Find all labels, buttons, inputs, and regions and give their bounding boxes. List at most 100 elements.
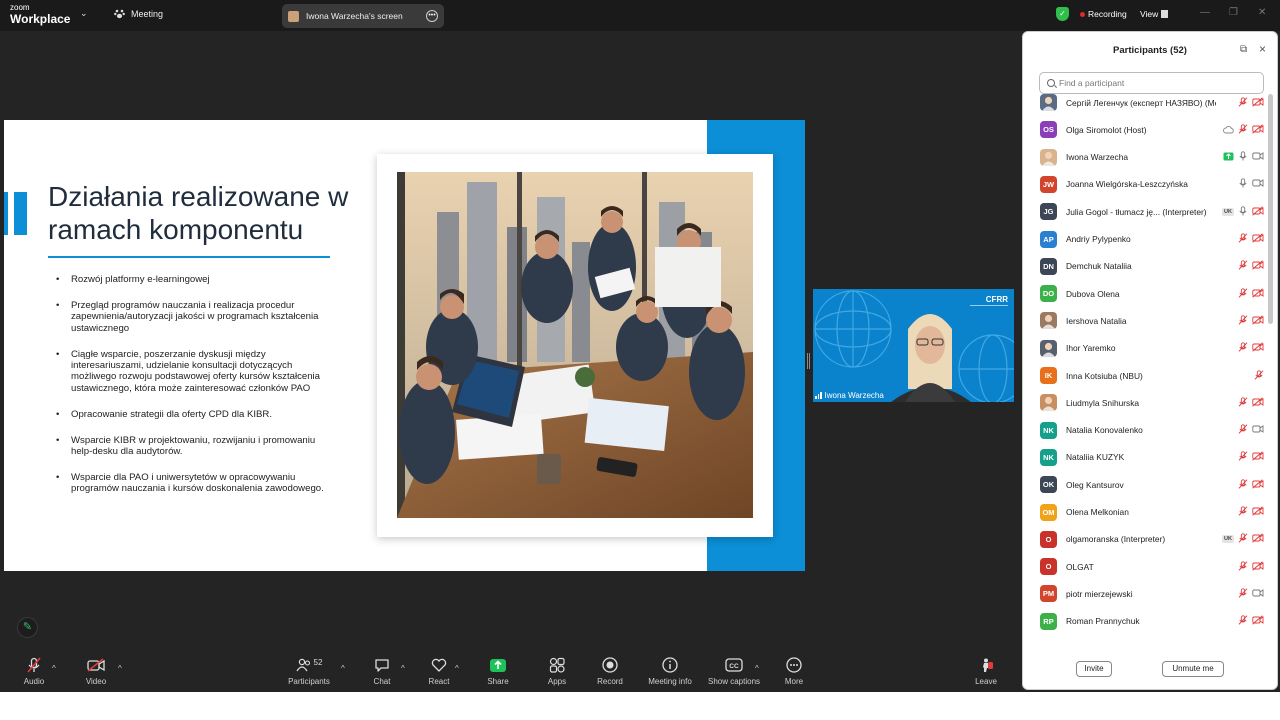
view-menu[interactable]: View — [1140, 9, 1169, 19]
participant-row[interactable]: RP Roman Prannychuk — [1023, 608, 1267, 635]
mic-muted-icon[interactable] — [1238, 121, 1248, 139]
participant-row[interactable]: Сергій Легенчук (експерт НАЗЯВО) (Me) — [1023, 94, 1267, 116]
mic-muted-icon[interactable] — [1238, 312, 1248, 330]
mic-muted-icon[interactable] — [1238, 421, 1248, 439]
mic-muted-icon[interactable] — [1238, 339, 1248, 357]
participant-row[interactable]: O OLGAT — [1023, 553, 1267, 580]
search-icon — [1047, 79, 1055, 87]
participant-video-tile[interactable]: CFRR Iwona Warzecha — [813, 289, 1014, 402]
mic-muted-icon[interactable] — [1238, 476, 1248, 494]
logo-top-text: zoom — [10, 3, 30, 12]
camera-icon — [1252, 148, 1264, 166]
participant-status-icons — [1238, 312, 1264, 330]
participants-button[interactable]: 52 Participants — [279, 655, 339, 687]
participant-name: Andriy Pylypenko — [1066, 234, 1131, 244]
audio-caret-icon[interactable]: ^ — [52, 664, 56, 673]
maximize-icon[interactable]: ❐ — [1229, 7, 1238, 18]
participant-row[interactable]: Ihor Yaremko — [1023, 335, 1267, 362]
participant-avatar: OK — [1040, 476, 1057, 494]
record-button[interactable]: Record — [580, 655, 640, 686]
invite-button[interactable]: Invite — [1076, 661, 1112, 677]
participant-row[interactable]: NK Nataliia KUZYK — [1023, 444, 1267, 471]
mic-muted-icon[interactable] — [1238, 285, 1248, 303]
participant-row[interactable]: JG Julia Gogol - tłumacz ję... (Interpret… — [1023, 198, 1267, 225]
annotate-pencil-icon[interactable]: ✎ — [17, 617, 38, 638]
apps-button[interactable]: Apps — [527, 655, 587, 686]
chevron-down-icon[interactable]: ⌄ — [80, 8, 88, 19]
participant-search[interactable] — [1039, 72, 1264, 94]
participant-status-icons: UK — [1222, 203, 1264, 221]
participant-row[interactable]: Iwona Warzecha — [1023, 144, 1267, 171]
leave-button[interactable]: Leave — [956, 655, 1016, 686]
participant-row[interactable]: NK Natalia Konovalenko — [1023, 417, 1267, 444]
chat-caret-icon[interactable]: ^ — [401, 664, 405, 673]
participants-label: Participants — [288, 677, 330, 686]
participant-avatar: OM — [1040, 503, 1057, 521]
participant-name: Liudmyla Snihurska — [1066, 397, 1140, 408]
video-participant-name: Iwona Warzecha — [824, 391, 884, 400]
participant-row[interactable]: JW Joanna Wielgórska-Leszczyńska — [1023, 171, 1267, 198]
zoom-logo[interactable]: zoom Workplace — [10, 3, 70, 26]
participant-row[interactable]: Liudmyla Snihurska — [1023, 389, 1267, 416]
mic-muted-icon[interactable] — [1238, 257, 1248, 275]
share-screen-tab[interactable]: Iwona Warzecha's screen ••• — [282, 4, 444, 28]
participant-avatar-photo — [1040, 94, 1057, 111]
close-window-icon[interactable]: ✕ — [1258, 7, 1266, 18]
camera-icon — [1252, 175, 1264, 193]
slide-bullet: Ciągłe wsparcie, poszerzanie dyskusji mi… — [56, 349, 326, 395]
meeting-menu[interactable]: Meeting — [114, 9, 163, 19]
participant-name: Julia Gogol - tłumacz ję... (Interpreter… — [1066, 206, 1207, 217]
participant-row[interactable]: DN Demchuk Nataliia — [1023, 253, 1267, 280]
more-button[interactable]: More — [764, 655, 824, 686]
scroll-thumb[interactable] — [1268, 94, 1273, 324]
mic-icon[interactable] — [1238, 148, 1248, 166]
video-label: Video — [85, 677, 107, 686]
record-label: Record — [597, 677, 623, 686]
mic-muted-icon[interactable] — [1238, 448, 1248, 466]
participant-row[interactable]: IK Inna Kotsiuba (NBU) — [1023, 362, 1267, 389]
minimize-icon[interactable]: — — [1200, 7, 1210, 18]
participant-row[interactable]: PM piotr mierzejewski — [1023, 580, 1267, 607]
participant-avatar: NK — [1040, 421, 1057, 439]
captions-caret-icon[interactable]: ^ — [755, 664, 759, 673]
search-input[interactable] — [1059, 78, 1259, 88]
participant-row[interactable]: DO Dubova Olena — [1023, 280, 1267, 307]
close-panel-icon[interactable]: × — [1259, 42, 1266, 56]
participant-row[interactable]: Iershova Natalia — [1023, 307, 1267, 334]
mic-muted-icon[interactable] — [1238, 394, 1248, 412]
participant-row[interactable]: Oolgamoranska (Interpreter) UK — [1023, 526, 1267, 553]
share-button[interactable]: Share — [468, 655, 528, 686]
security-shield-icon[interactable]: ✓ — [1056, 7, 1069, 21]
mic-icon[interactable] — [1238, 175, 1248, 193]
participant-row[interactable]: AP Andriy Pylypenko — [1023, 226, 1267, 253]
react-button[interactable]: React — [409, 655, 469, 686]
mic-muted-icon[interactable] — [1238, 230, 1248, 248]
react-caret-icon[interactable]: ^ — [455, 664, 459, 673]
participant-name: Inna Kotsiuba (NBU) — [1066, 370, 1143, 381]
captions-icon: CC — [725, 658, 743, 672]
mic-muted-icon[interactable] — [1238, 558, 1248, 576]
more-options-icon[interactable]: ••• — [426, 10, 438, 22]
logo-underline — [970, 305, 1008, 311]
mic-muted-icon[interactable] — [1238, 503, 1248, 521]
mic-muted-icon[interactable] — [1238, 94, 1248, 112]
unmute-me-button[interactable]: Unmute me — [1162, 661, 1224, 677]
mic-muted-icon[interactable] — [1238, 530, 1248, 548]
participant-avatar-photo — [1040, 339, 1057, 357]
participant-row[interactable]: OS Olga Siromolot (Host) — [1023, 116, 1267, 143]
participants-count: 52 — [313, 657, 323, 667]
video-caret-icon[interactable]: ^ — [118, 664, 122, 673]
participant-row[interactable]: OM Olena Melkonian — [1023, 499, 1267, 526]
video-button[interactable]: Video — [66, 655, 126, 686]
mic-muted-icon[interactable] — [1238, 612, 1248, 630]
panel-scrollbar[interactable] — [1268, 94, 1273, 654]
recording-indicator[interactable]: Recording — [1080, 9, 1127, 19]
participant-row[interactable]: OK Oleg Kantsurov — [1023, 471, 1267, 498]
meeting-info-button[interactable]: Meeting info — [640, 655, 700, 686]
participants-caret-icon[interactable]: ^ — [341, 664, 345, 673]
popout-icon[interactable]: ⧉ — [1240, 44, 1247, 55]
resize-handle[interactable] — [807, 353, 810, 369]
mic-icon[interactable] — [1238, 203, 1248, 221]
mic-muted-icon[interactable] — [1254, 367, 1264, 385]
mic-muted-icon[interactable] — [1238, 585, 1248, 603]
